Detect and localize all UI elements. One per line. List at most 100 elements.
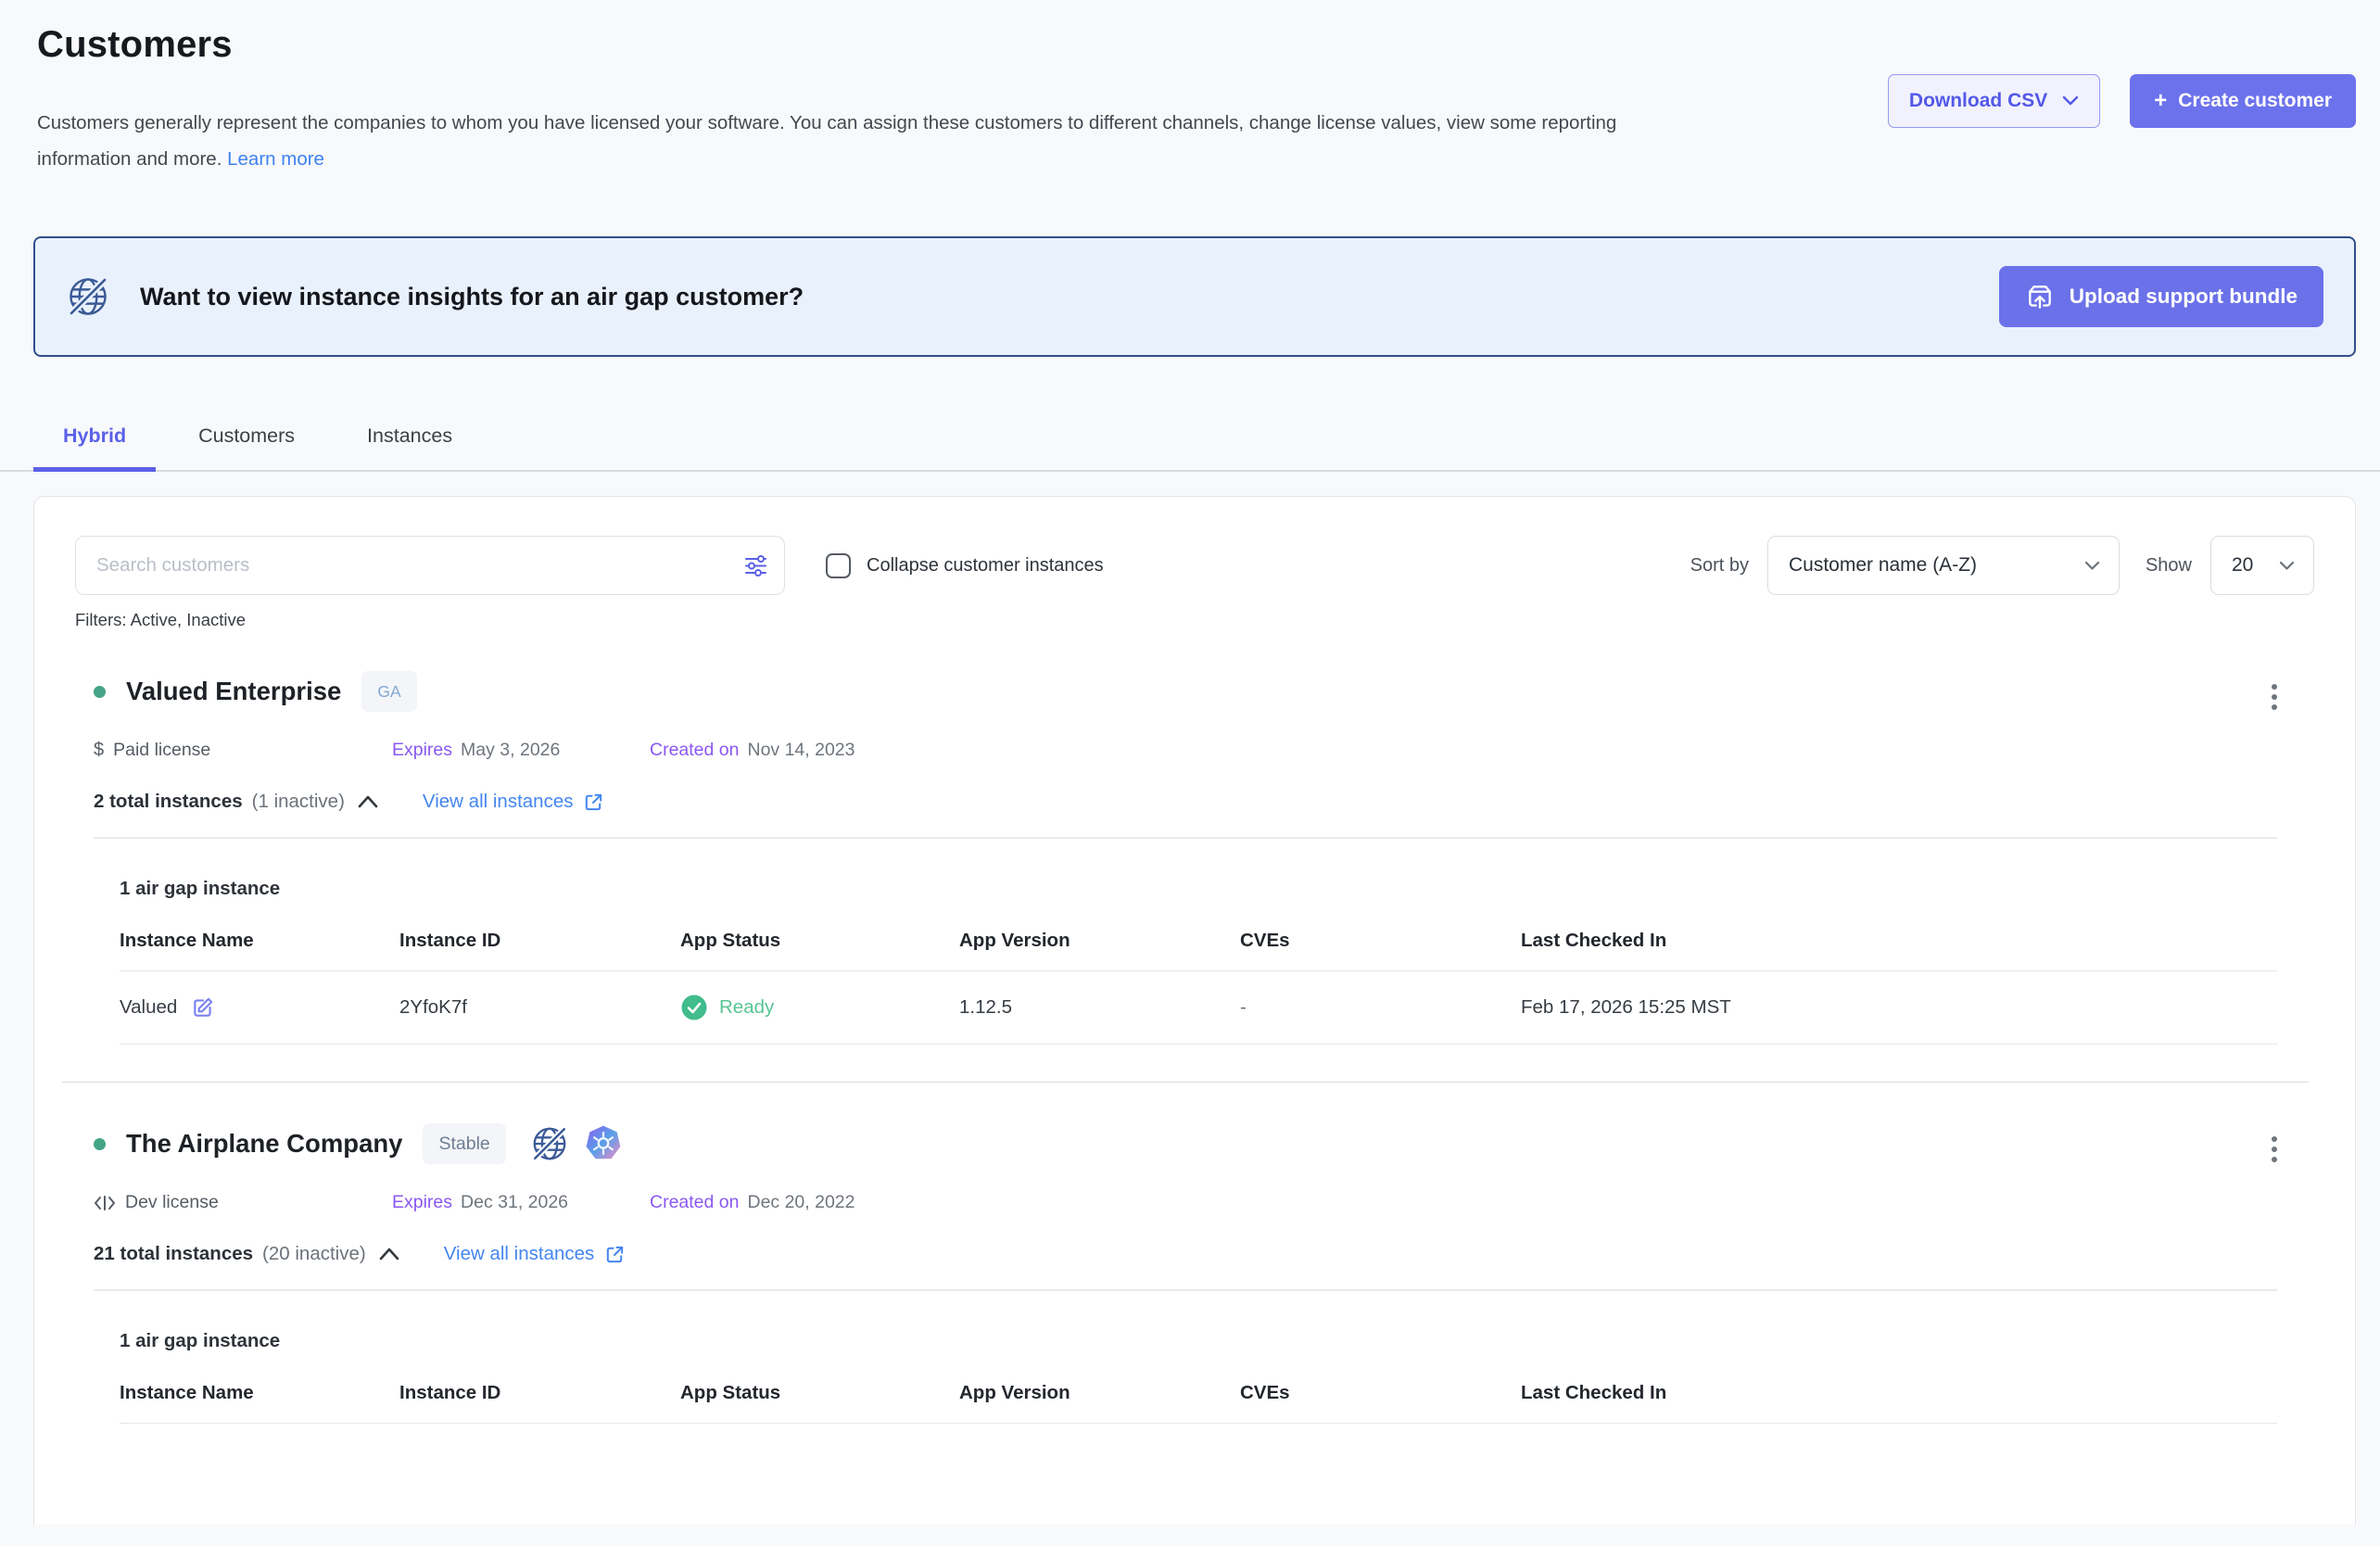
collapse-instances-control: Collapse customer instances — [826, 553, 1104, 578]
instance-name: Valued — [120, 996, 177, 1019]
expires-pair: Expires May 3, 2026 — [392, 740, 650, 761]
create-customer-label: Create customer — [2178, 90, 2332, 112]
collapse-instances-label: Collapse customer instances — [867, 555, 1104, 577]
instances-summary-row: 21 total instances (20 inactive) View al… — [94, 1243, 2314, 1265]
page-title: Customers — [37, 24, 1677, 66]
expires-label: Expires — [392, 1192, 452, 1213]
instances-table-header: Instance Name Instance ID App Status App… — [120, 913, 2277, 971]
chevron-down-icon — [2062, 95, 2079, 107]
inactive-instances-note: (1 inactive) — [252, 791, 345, 813]
expires-value: May 3, 2026 — [461, 740, 560, 761]
external-link-icon — [583, 792, 604, 813]
kubernetes-icon — [584, 1124, 623, 1163]
learn-more-link[interactable]: Learn more — [227, 148, 324, 170]
col-instance-id: Instance ID — [399, 930, 680, 952]
instance-name-cell: Valued — [120, 995, 399, 1020]
section-inner-divider — [94, 1289, 2277, 1291]
airgap-instances-heading: 1 air gap instance — [120, 878, 2314, 900]
expires-label: Expires — [392, 740, 452, 761]
view-all-instances-link[interactable]: View all instances — [444, 1243, 627, 1265]
view-all-instances-link[interactable]: View all instances — [423, 791, 605, 813]
collapse-instances-checkbox[interactable] — [826, 553, 851, 578]
search-input[interactable] — [75, 536, 785, 595]
download-csv-label: Download CSV — [1909, 90, 2047, 112]
dollar-icon: $ — [94, 740, 104, 761]
customer-menu-button[interactable] — [2266, 678, 2283, 716]
header-actions: Download CSV + Create customer — [1888, 74, 2356, 177]
sort-by-value: Customer name (A-Z) — [1789, 554, 1977, 577]
page-header: Customers Customers generally represent … — [0, 0, 2380, 177]
customer-header: The Airplane Company Stable — [94, 1123, 2314, 1164]
check-circle-icon — [680, 994, 708, 1021]
airgap-instances-heading: 1 air gap instance — [120, 1330, 2314, 1352]
cves-cell: - — [1240, 996, 1521, 1019]
app-status-cell: Ready — [680, 994, 959, 1021]
active-status-dot — [94, 1138, 106, 1150]
license-type: $ Paid license — [94, 740, 392, 761]
page-header-left: Customers Customers generally represent … — [37, 24, 1677, 177]
col-app-version: App Version — [959, 930, 1240, 952]
tab-hybrid[interactable]: Hybrid — [33, 401, 156, 470]
created-pair: Created on Nov 14, 2023 — [650, 740, 855, 761]
filter-sliders-icon[interactable] — [743, 553, 768, 578]
instances-summary-row: 2 total instances (1 inactive) View all … — [94, 791, 2314, 813]
view-tabs: Hybrid Customers Instances — [0, 401, 2380, 472]
upload-support-bundle-label: Upload support bundle — [2070, 285, 2298, 309]
last-checked-in-cell: Feb 17, 2026 15:25 MST — [1521, 996, 2277, 1019]
customer-menu-button[interactable] — [2266, 1131, 2283, 1168]
col-cves: CVEs — [1240, 930, 1521, 952]
create-customer-button[interactable]: + Create customer — [2130, 74, 2356, 128]
col-instance-name: Instance Name — [120, 1382, 399, 1404]
globe-slash-icon — [530, 1124, 569, 1163]
collapse-section-button[interactable] — [358, 795, 378, 808]
col-last-checked-in: Last Checked In — [1521, 930, 2277, 952]
inactive-instances-note: (20 inactive) — [262, 1243, 366, 1265]
created-label: Created on — [650, 740, 739, 761]
col-app-status: App Status — [680, 930, 959, 952]
instances-table: Instance Name Instance ID App Status App… — [120, 913, 2277, 1045]
sort-by-select[interactable]: Customer name (A-Z) — [1767, 536, 2120, 595]
sort-by-label: Sort by — [1690, 555, 1749, 577]
created-value: Dec 20, 2022 — [747, 1192, 855, 1213]
plus-icon: + — [2154, 90, 2167, 112]
download-csv-button[interactable]: Download CSV — [1888, 74, 2100, 128]
globe-slash-icon — [66, 274, 110, 319]
created-label: Created on — [650, 1192, 739, 1213]
col-app-version: App Version — [959, 1382, 1240, 1404]
customers-card: Collapse customer instances Sort by Cust… — [33, 496, 2356, 1525]
license-type-label: Dev license — [125, 1192, 219, 1213]
col-last-checked-in: Last Checked In — [1521, 1382, 2277, 1404]
customer-name[interactable]: Valued Enterprise — [126, 677, 341, 706]
expires-value: Dec 31, 2026 — [461, 1192, 568, 1213]
total-instances-count: 2 total instances — [94, 791, 243, 813]
upload-support-bundle-button[interactable]: Upload support bundle — [1999, 266, 2323, 327]
show-label: Show — [2146, 555, 2192, 577]
customer-name[interactable]: The Airplane Company — [126, 1129, 402, 1159]
show-select[interactable]: 20 — [2210, 536, 2314, 595]
app-version-cell: 1.12.5 — [959, 996, 1240, 1019]
channel-badge: Stable — [423, 1123, 505, 1164]
external-link-icon — [604, 1244, 626, 1265]
total-instances-count: 21 total instances — [94, 1243, 253, 1265]
col-instance-name: Instance Name — [120, 930, 399, 952]
customer-capability-icons — [530, 1124, 623, 1163]
show-value: 20 — [2232, 554, 2253, 577]
created-value: Nov 14, 2023 — [747, 740, 855, 761]
view-all-instances-label: View all instances — [423, 791, 574, 813]
channel-badge: GA — [361, 671, 416, 712]
license-type: Dev license — [94, 1192, 392, 1213]
edit-icon[interactable] — [191, 995, 215, 1020]
collapse-section-button[interactable] — [379, 1248, 399, 1261]
license-row: $ Paid license Expires May 3, 2026 Creat… — [94, 740, 2314, 761]
upload-bundle-icon — [2025, 282, 2055, 311]
chevron-up-icon — [358, 795, 378, 808]
chevron-down-icon — [2084, 561, 2100, 571]
customer-header: Valued Enterprise GA — [94, 671, 2314, 712]
view-all-instances-label: View all instances — [444, 1243, 595, 1265]
active-status-dot — [94, 686, 106, 698]
tab-instances[interactable]: Instances — [337, 401, 482, 470]
tab-customers[interactable]: Customers — [169, 401, 324, 470]
instances-table-header: Instance Name Instance ID App Status App… — [120, 1365, 2277, 1424]
created-pair: Created on Dec 20, 2022 — [650, 1192, 855, 1213]
instances-table: Instance Name Instance ID App Status App… — [120, 1365, 2277, 1424]
